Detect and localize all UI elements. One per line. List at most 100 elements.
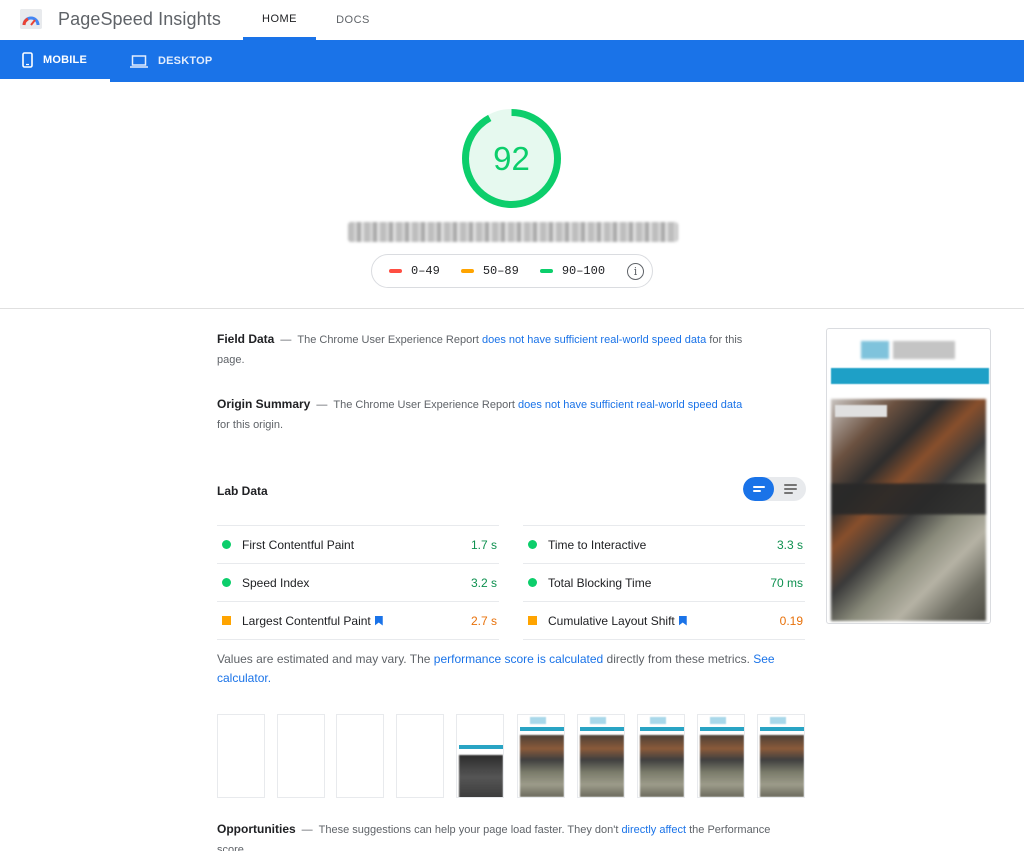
- estimate-text: Values are estimated and may vary. The: [217, 652, 434, 666]
- frame-header-strip: [520, 727, 564, 731]
- detailed-view-icon-line-2: [784, 488, 797, 490]
- filmstrip-frame: [396, 714, 444, 798]
- filmstrip-frame: [517, 714, 565, 798]
- field-data-link[interactable]: does not have sufficient real-world spee…: [482, 334, 706, 346]
- metric-good-indicator: [222, 578, 231, 587]
- metric-value: 2.7 s: [470, 613, 497, 628]
- frame-image: [640, 735, 684, 797]
- section-divider: [0, 308, 1024, 309]
- estimate-note: Values are estimated and may vary. The p…: [217, 650, 777, 688]
- metric-value: 1.7 s: [470, 537, 497, 552]
- metrics-view-toggle: [743, 477, 806, 501]
- screenshot-tag: [835, 405, 887, 417]
- filmstrip-frame: [217, 714, 265, 798]
- origin-summary-text: The Chrome User Experience Report: [333, 399, 518, 411]
- tab-mobile-label: MOBILE: [43, 53, 87, 66]
- frame-logo: [650, 717, 666, 724]
- frame-header-strip: [580, 727, 624, 731]
- frame-logo: [710, 717, 726, 724]
- frame-logo: [770, 717, 786, 724]
- frame-header-strip: [640, 727, 684, 731]
- frame-header-strip: [459, 745, 503, 749]
- metric-value: 3.2 s: [470, 575, 497, 590]
- metric-time-to-interactive: Time to Interactive 3.3 s: [523, 525, 805, 563]
- field-data-dash: —: [280, 334, 292, 346]
- laptop-icon: [130, 54, 148, 68]
- summary-view-button[interactable]: [743, 477, 774, 501]
- legend-average-label: 50–89: [482, 264, 519, 278]
- frame-header-strip: [760, 727, 804, 731]
- tab-desktop-label: DESKTOP: [158, 55, 213, 67]
- bookmark-icon[interactable]: [678, 615, 687, 626]
- device-tab-bar: MOBILE DESKTOP: [0, 40, 1024, 82]
- screenshot-nav-bar: [831, 368, 989, 384]
- final-screenshot: [826, 328, 991, 624]
- origin-summary-section: Origin Summary — The Chrome User Experienc…: [217, 395, 757, 435]
- detailed-view-button[interactable]: [775, 477, 806, 501]
- filmstrip-frame: [757, 714, 805, 798]
- phone-icon: [22, 51, 33, 68]
- analyzed-url-redacted: [348, 222, 678, 242]
- origin-summary-link[interactable]: does not have sufficient real-world spee…: [518, 399, 742, 411]
- metric-good-indicator: [528, 578, 537, 587]
- score-legend: 0–49 50–89 90–100 i: [371, 254, 653, 288]
- metric-name: Total Blocking Time: [548, 575, 652, 590]
- metric-name: Largest Contentful Paint: [242, 613, 371, 628]
- opportunities-title: Opportunities: [217, 822, 296, 836]
- filmstrip-frame: [336, 714, 384, 798]
- top-header: PageSpeed Insights HOME DOCS: [0, 0, 1024, 40]
- metric-name-wrap: Cumulative Layout Shift: [548, 614, 780, 628]
- tab-desktop[interactable]: DESKTOP: [130, 40, 230, 82]
- filmstrip-frame: [277, 714, 325, 798]
- frame-image: [459, 755, 503, 797]
- pagespeed-logo-icon: [20, 9, 42, 29]
- legend-good-label: 90–100: [561, 264, 606, 278]
- estimate-text-middle: directly from these metrics.: [603, 652, 754, 666]
- filmstrip-frame: [697, 714, 745, 798]
- tab-docs[interactable]: DOCS: [316, 0, 390, 40]
- bookmark-icon[interactable]: [374, 615, 383, 626]
- frame-logo: [530, 717, 546, 724]
- tab-home[interactable]: HOME: [243, 0, 316, 40]
- metric-average-indicator: [528, 616, 537, 625]
- metric-name: Cumulative Layout Shift: [548, 613, 675, 628]
- metric-name: Time to Interactive: [548, 537, 647, 552]
- score-calculated-link[interactable]: performance score is calculated: [434, 652, 603, 666]
- detailed-view-icon-line-3: [784, 492, 793, 494]
- frame-logo: [590, 717, 606, 724]
- screenshot-site-logo: [861, 341, 955, 359]
- metric-cumulative-layout-shift: Cumulative Layout Shift 0.19: [523, 601, 805, 639]
- metric-first-contentful-paint: First Contentful Paint 1.7 s: [217, 525, 499, 563]
- filmstrip-frame: [637, 714, 685, 798]
- frame-image: [760, 735, 804, 797]
- metrics-bottom-rule: [523, 639, 805, 640]
- performance-score: 92: [493, 140, 530, 177]
- metric-speed-index: Speed Index 3.2 s: [217, 563, 499, 601]
- opportunities-text: These suggestions can help your page loa…: [318, 824, 622, 836]
- metric-average-indicator: [222, 616, 231, 625]
- metric-good-indicator: [528, 540, 537, 549]
- summary-view-icon-line-2: [752, 490, 761, 492]
- field-data-text: The Chrome User Experience Report: [297, 334, 482, 346]
- info-icon[interactable]: i: [627, 263, 644, 280]
- frame-image: [520, 735, 564, 797]
- directly-affect-link[interactable]: directly affect: [621, 824, 686, 836]
- origin-summary-text-end: for this origin.: [217, 418, 284, 431]
- frame-header-strip: [700, 727, 744, 731]
- screenshot-hero-image: [831, 399, 986, 621]
- origin-summary-dash: —: [316, 399, 328, 411]
- lab-data-title: Lab Data: [217, 484, 268, 498]
- metric-value: 0.19: [779, 613, 803, 628]
- field-data-title: Field Data: [217, 332, 275, 346]
- metric-value: 3.3 s: [776, 537, 803, 552]
- legend-average: 50–89: [460, 264, 519, 278]
- opportunities-dash: —: [301, 824, 313, 836]
- legend-good: 90–100: [539, 264, 606, 278]
- metric-good-indicator: [222, 540, 231, 549]
- metric-name-wrap: Largest Contentful Paint: [242, 614, 471, 628]
- origin-summary-title: Origin Summary: [217, 397, 311, 411]
- summary-view-icon-line-1: [752, 486, 765, 488]
- tab-mobile[interactable]: MOBILE: [0, 40, 110, 82]
- metrics-bottom-rule: [217, 639, 499, 640]
- filmstrip-frame: [577, 714, 625, 798]
